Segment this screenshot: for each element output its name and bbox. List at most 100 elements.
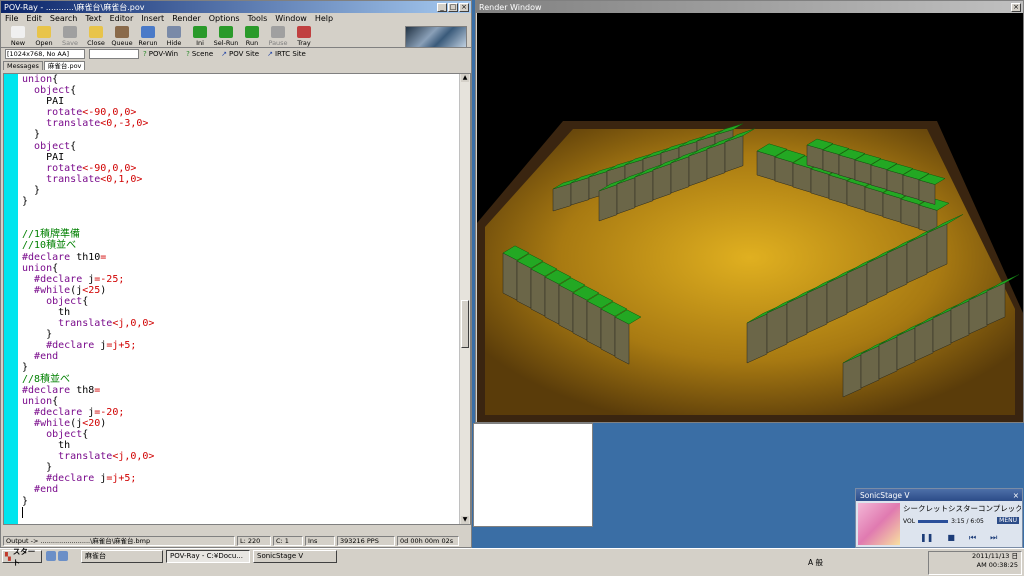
web-icon: ↗ — [267, 50, 273, 58]
link-pov-win[interactable]: ? POV-Win — [143, 50, 178, 58]
stop-icon[interactable]: ■ — [947, 533, 955, 543]
code-token: <20 — [82, 417, 101, 429]
scroll-thumb[interactable] — [461, 300, 469, 348]
quicklaunch-icon[interactable] — [58, 551, 68, 561]
mahjong-render-image — [477, 121, 1023, 422]
menu-item-editor[interactable]: Editor — [110, 14, 134, 23]
code-token: = — [94, 384, 101, 396]
code-token: translate — [46, 173, 101, 185]
maximize-button[interactable]: □ — [448, 2, 458, 12]
taskbar: ▚ スタート 麻雀台 POV-Ray - C:¥Docu... SonicStage… — [0, 547, 1024, 576]
code-token: translate — [58, 451, 113, 463]
code-line: } — [22, 196, 458, 207]
code-text[interactable]: union{ object{ PAI rotate<-90,0,0> trans… — [22, 74, 458, 518]
taskbar-task[interactable]: POV-Ray - C:¥Docu... — [166, 550, 250, 563]
code-editor[interactable]: union{ object{ PAI rotate<-90,0,0> trans… — [3, 73, 471, 525]
toolbar-new-button[interactable]: New — [5, 26, 31, 47]
vertical-scrollbar[interactable]: ▲ ▼ — [459, 74, 470, 524]
scroll-down-icon[interactable]: ▼ — [461, 516, 469, 524]
code-line: //10積並べ — [22, 240, 458, 251]
quick-launch — [46, 551, 68, 561]
close-button[interactable]: × — [459, 2, 469, 12]
toolbar-label: Save — [62, 39, 78, 47]
link-irtc-site[interactable]: ↗ IRTC Site — [267, 50, 306, 58]
code-line: translate<0,-3,0> — [22, 118, 458, 129]
code-line: th — [22, 440, 458, 451]
toolbar-queue-button[interactable]: Queue — [109, 26, 135, 47]
code-token: union — [22, 74, 53, 85]
sonicstage-title-bar[interactable]: SonicStage V × — [856, 489, 1022, 501]
link-pov-site[interactable]: ↗ POV Site — [221, 50, 259, 58]
menu-item-window[interactable]: Window — [275, 14, 307, 23]
scroll-up-icon[interactable]: ▲ — [461, 74, 469, 82]
code-line: translate<j,0,0> — [22, 318, 458, 329]
tile-body — [516, 260, 532, 309]
save-icon — [63, 26, 77, 38]
taskbar-task[interactable]: SonicStage V — [253, 550, 337, 563]
clock-time[interactable]: AM 00:38:25 — [929, 561, 1018, 570]
render-close-button[interactable]: × — [1011, 2, 1021, 12]
povray-title-bar[interactable]: POV-Ray - ...........\麻雀台\麻雀台.pov _ □ × — [1, 1, 471, 13]
code-token: <0,1,0> — [100, 173, 143, 185]
ime-bar[interactable]: A 般 — [808, 557, 823, 568]
code-line: #declare th8= — [22, 385, 458, 396]
code-line: object{ — [22, 141, 458, 152]
command-input[interactable] — [89, 49, 139, 59]
render-title-bar[interactable]: Render Window × — [476, 1, 1023, 13]
code-token: } — [22, 462, 53, 474]
code-line: PAI — [22, 152, 458, 163]
toolbar-label: Pause — [268, 39, 288, 47]
menu-item-file[interactable]: File — [5, 14, 18, 23]
status-line: L: 220 — [237, 536, 271, 546]
link-scene[interactable]: ? Scene — [186, 50, 213, 58]
menu-item-render[interactable]: Render — [172, 14, 200, 23]
volume-slider[interactable] — [918, 520, 949, 523]
clock-date: 2011/11/13 日 — [971, 552, 1018, 560]
code-token: j — [82, 406, 95, 418]
resolution-select[interactable]: [1024x768, No AA] — [5, 49, 85, 59]
toolbar-rerun-button[interactable]: Rerun — [135, 26, 161, 47]
menu-item-search[interactable]: Search — [50, 14, 77, 23]
minimize-button[interactable]: _ — [437, 2, 447, 12]
toolbar-tray-button[interactable]: Tray — [291, 26, 317, 47]
toolbar-hide-button[interactable]: Hide — [161, 26, 187, 47]
toolbar-ini-button[interactable]: Ini — [187, 26, 213, 47]
toolbar-pause-button[interactable]: Pause — [265, 26, 291, 47]
pause-icon[interactable]: ❚❚ — [920, 533, 933, 543]
toolbar-save-button[interactable]: Save — [57, 26, 83, 47]
run-icon — [245, 26, 259, 38]
toolbar-open-button[interactable]: Open — [31, 26, 57, 47]
toolbar-sel-run-button[interactable]: Sel-Run — [213, 26, 239, 47]
code-line — [22, 506, 458, 518]
song-title: シークレットシスターコンプレック... — [903, 504, 1021, 513]
menu-item-tools[interactable]: Tools — [248, 14, 268, 23]
code-line: translate<j,0,0> — [22, 451, 458, 462]
previous-icon[interactable]: ⏮ — [969, 533, 976, 543]
album-art — [858, 503, 900, 545]
sonic-menu-button[interactable]: MENU — [997, 517, 1019, 524]
menu-bar: File Edit Search Text Editor Insert Render Opti… — [1, 13, 471, 24]
menu-item-options[interactable]: Options — [209, 14, 240, 23]
menu-item-edit[interactable]: Edit — [26, 14, 42, 23]
menu-item-text[interactable]: Text — [85, 14, 101, 23]
menu-item-insert[interactable]: Insert — [141, 14, 164, 23]
close-icon[interactable]: × — [1013, 491, 1022, 500]
taskbar-task[interactable]: 麻雀台 — [81, 550, 163, 563]
tab-messages[interactable]: Messages — [3, 61, 43, 70]
next-icon[interactable]: ⏭ — [990, 533, 997, 543]
code-line: object{ — [22, 296, 458, 307]
toolbar-close-button[interactable]: Close — [83, 26, 109, 47]
blank-window[interactable] — [473, 423, 593, 527]
code-line: } — [22, 329, 458, 340]
menu-item-help[interactable]: Help — [315, 14, 333, 23]
code-token: { — [82, 295, 89, 307]
toolbar-run-button[interactable]: Run — [239, 26, 265, 47]
code-token: =-20; — [94, 406, 125, 418]
start-button[interactable]: ▚ スタート — [2, 547, 42, 567]
povray-logo — [405, 26, 467, 48]
quicklaunch-icon[interactable] — [46, 551, 56, 561]
volume-control[interactable]: VOL 3:15 / 6:05 — [903, 518, 984, 525]
tab-file[interactable]: 麻雀台.pov — [43, 61, 86, 70]
